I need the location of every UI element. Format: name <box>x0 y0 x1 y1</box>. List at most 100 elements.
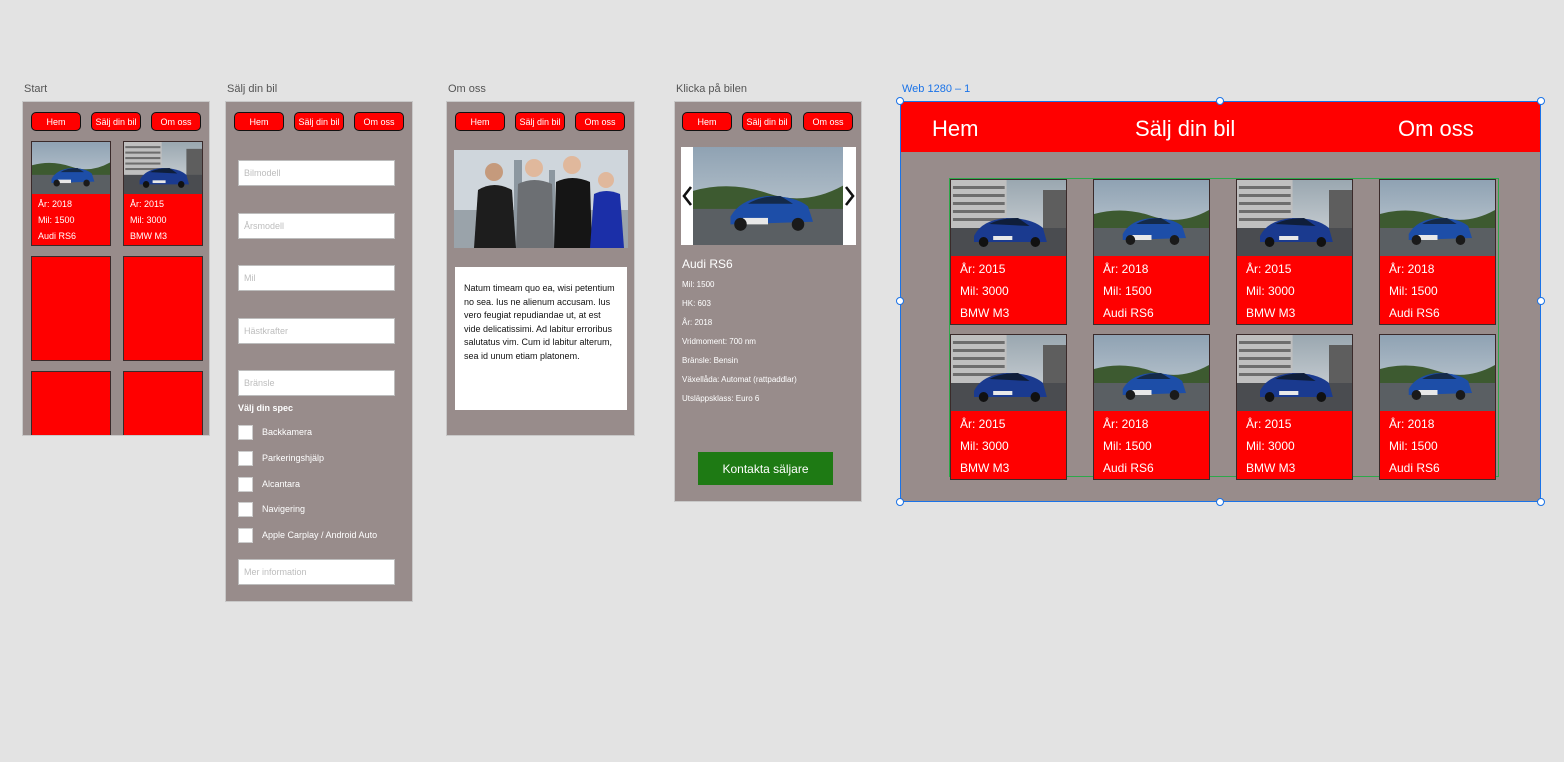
artboard-start: Hem Sälj din bil Om oss År: 2018 Mil: 15… <box>22 101 210 436</box>
nav-salj-button[interactable]: Sälj din bil <box>742 112 792 131</box>
car-miles: Mil: 1500 <box>38 215 75 225</box>
car-photo <box>32 142 110 194</box>
car-miles: Mil: 3000 <box>960 284 1009 298</box>
nav-omoss-button[interactable]: Om oss <box>354 112 404 131</box>
car-model: Audi RS6 <box>1389 306 1440 320</box>
nav-hem-button[interactable]: Hem <box>455 112 505 131</box>
about-text: Natum timeam quo ea, wisi petentium no s… <box>455 267 627 410</box>
selection-handle[interactable] <box>896 498 904 506</box>
selection-handle[interactable] <box>1216 97 1224 105</box>
detail-line: År: 2018 <box>682 318 713 327</box>
nav-hem-button[interactable]: Hem <box>234 112 284 131</box>
option-label: Apple Carplay / Android Auto <box>262 530 378 540</box>
web-car-card[interactable]: År: 2018 Mil: 1500 Audi RS6 <box>1379 334 1496 480</box>
artboard-detail: Hem Sälj din bil Om oss Audi RS6 Mil: 15… <box>674 101 862 502</box>
arsmodell-field[interactable]: Årsmodell <box>238 213 395 239</box>
car-year: År: 2015 <box>1246 417 1292 431</box>
car-model: BMW M3 <box>1246 461 1296 475</box>
car-photo <box>1237 335 1352 411</box>
web-car-card[interactable]: År: 2015 Mil: 3000 BMW M3 <box>950 334 1067 480</box>
nav-salj-button[interactable]: Sälj din bil <box>294 112 344 131</box>
spec-heading: Välj din spec <box>238 403 294 413</box>
web-header: Hem Sälj din bil Om oss <box>901 102 1540 152</box>
artboard-title-web: Web 1280 – 1 <box>902 83 971 95</box>
checkbox[interactable] <box>238 450 253 466</box>
nav-omoss-button[interactable]: Om oss <box>575 112 625 131</box>
checkbox[interactable] <box>238 476 253 492</box>
web-car-card[interactable]: År: 2015 Mil: 3000 BMW M3 <box>950 179 1067 325</box>
checkbox[interactable] <box>238 424 253 440</box>
car-model: Audi RS6 <box>1103 306 1154 320</box>
car-miles: Mil: 1500 <box>1389 284 1438 298</box>
detail-line: Vridmoment: 700 nm <box>682 337 756 346</box>
web-nav-salj[interactable]: Sälj din bil <box>1135 116 1235 142</box>
car-year: År: 2015 <box>1246 262 1292 276</box>
car-photo <box>951 180 1066 256</box>
checkbox[interactable] <box>238 501 253 517</box>
option-parkeringshjalp[interactable]: Parkeringshjälp <box>238 450 324 466</box>
car-model: BMW M3 <box>960 461 1010 475</box>
selection-handle[interactable] <box>896 297 904 305</box>
car-model: Audi RS6 <box>38 231 77 241</box>
hastkrafter-field[interactable]: Hästkrafter <box>238 318 395 344</box>
car-year: År: 2018 <box>1389 417 1435 431</box>
car-photo <box>693 147 843 245</box>
option-label: Navigering <box>262 504 306 514</box>
bransle-field[interactable]: Bränsle <box>238 370 395 396</box>
car-year: År: 2018 <box>38 199 73 209</box>
car-model: Audi RS6 <box>1389 461 1440 475</box>
web-car-card[interactable]: År: 2018 Mil: 1500 Audi RS6 <box>1093 179 1210 325</box>
option-label: Parkeringshjälp <box>262 453 325 463</box>
web-car-card[interactable]: År: 2015 Mil: 3000 BMW M3 <box>1236 334 1353 480</box>
bilmodell-field[interactable]: Bilmodell <box>238 160 395 186</box>
car-photo <box>1380 335 1495 411</box>
car-card[interactable]: År: 2018 Mil: 1500 Audi RS6 <box>31 141 111 246</box>
nav-hem-button[interactable]: Hem <box>682 112 732 131</box>
nav-omoss-button[interactable]: Om oss <box>803 112 853 131</box>
artboard-omoss: Hem Sälj din bil Om oss Natum timeam quo… <box>446 101 635 436</box>
car-photo <box>124 142 202 194</box>
option-alcantara[interactable]: Alcantara <box>238 476 300 492</box>
selection-handle[interactable] <box>1537 498 1545 506</box>
car-year: År: 2018 <box>1389 262 1435 276</box>
car-model: Audi RS6 <box>1103 461 1154 475</box>
car-photo <box>1094 335 1209 411</box>
car-photo <box>1380 180 1495 256</box>
car-photo <box>951 335 1066 411</box>
car-card[interactable]: År: 2015 Mil: 3000 BMW M3 <box>123 141 203 246</box>
car-miles: Mil: 1500 <box>1103 284 1152 298</box>
car-model: BMW M3 <box>1246 306 1296 320</box>
car-carousel <box>681 147 856 245</box>
detail-specs: Mil: 1500 HK: 603 År: 2018 Vridmoment: 7… <box>682 275 797 408</box>
selection-handle[interactable] <box>896 97 904 105</box>
car-photo <box>1237 180 1352 256</box>
web-car-card[interactable]: År: 2018 Mil: 1500 Audi RS6 <box>1379 179 1496 325</box>
option-navigering[interactable]: Navigering <box>238 501 305 517</box>
selection-handle[interactable] <box>1537 97 1545 105</box>
option-label: Alcantara <box>262 479 301 489</box>
more-info-field[interactable]: Mer information <box>238 559 395 585</box>
option-backkamera[interactable]: Backkamera <box>238 424 312 440</box>
web-nav-hem[interactable]: Hem <box>932 116 978 142</box>
option-label: Backkamera <box>262 427 313 437</box>
car-miles: Mil: 3000 <box>1246 439 1295 453</box>
option-carplay[interactable]: Apple Carplay / Android Auto <box>238 527 377 543</box>
selection-handle[interactable] <box>1537 297 1545 305</box>
web-car-card[interactable]: År: 2018 Mil: 1500 Audi RS6 <box>1093 334 1210 480</box>
car-miles: Mil: 3000 <box>1246 284 1295 298</box>
artboard-salj: Hem Sälj din bil Om oss Bilmodell Årsmod… <box>225 101 413 602</box>
nav-salj-button[interactable]: Sälj din bil <box>91 112 141 131</box>
checkbox[interactable] <box>238 527 253 543</box>
selection-handle[interactable] <box>1216 498 1224 506</box>
nav-omoss-button[interactable]: Om oss <box>151 112 201 131</box>
web-nav-omoss[interactable]: Om oss <box>1398 116 1474 142</box>
detail-line: Utsläppsklass: Euro 6 <box>682 394 760 403</box>
web-car-card[interactable]: År: 2015 Mil: 3000 BMW M3 <box>1236 179 1353 325</box>
nav-salj-button[interactable]: Sälj din bil <box>515 112 565 131</box>
nav-hem-button[interactable]: Hem <box>31 112 81 131</box>
contact-seller-button[interactable]: Kontakta säljare <box>698 452 833 485</box>
chevron-right-icon[interactable] <box>844 185 856 207</box>
chevron-left-icon[interactable] <box>681 185 693 207</box>
car-miles: Mil: 3000 <box>130 215 167 225</box>
mil-field[interactable]: Mil <box>238 265 395 291</box>
